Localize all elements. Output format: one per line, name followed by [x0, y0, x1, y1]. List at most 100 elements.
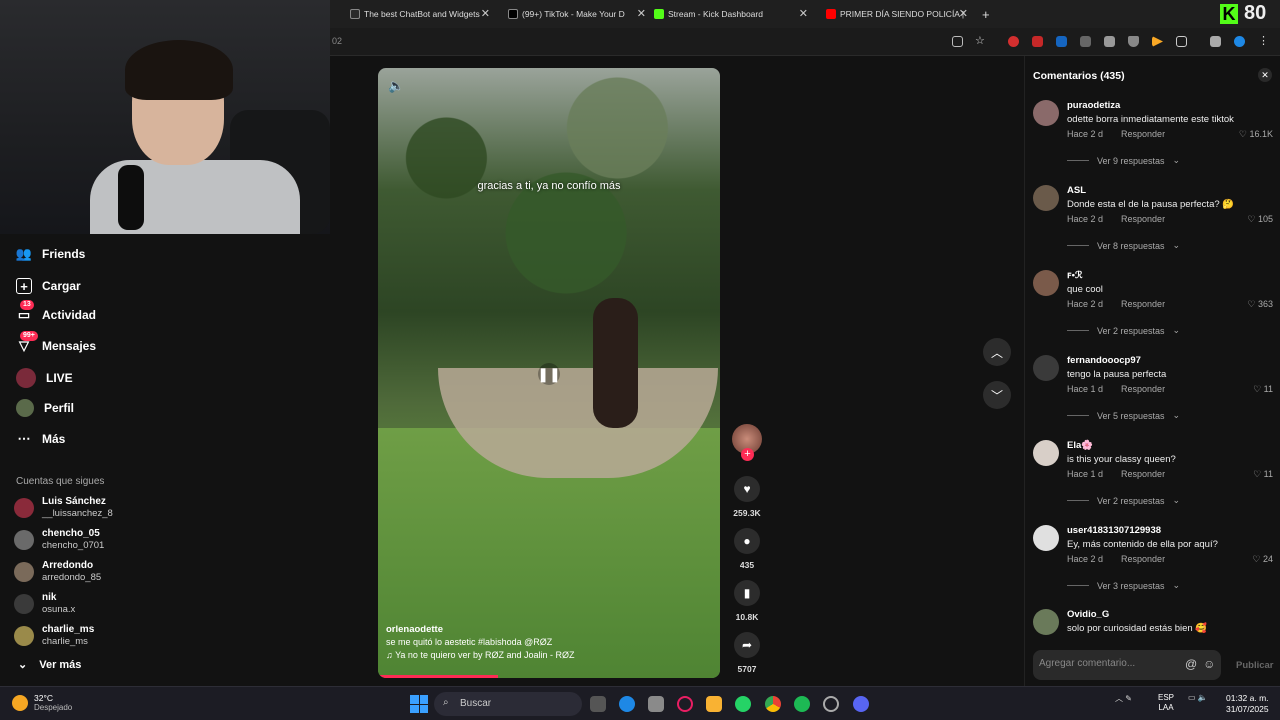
- view-replies[interactable]: Ver 2 respuestas ⌄: [1067, 325, 1180, 336]
- discord-icon[interactable]: [853, 696, 869, 712]
- edge-icon[interactable]: [619, 696, 635, 712]
- following-account[interactable]: charlie_ms charlie_ms: [14, 624, 94, 648]
- sidebar-item-live[interactable]: LIVE: [16, 368, 73, 388]
- sidebar-item-messages[interactable]: ▽ 99+ Mensajes: [16, 331, 96, 354]
- following-account[interactable]: Luis Sánchez __luissanchez_8: [14, 496, 113, 520]
- avatar[interactable]: [1033, 100, 1059, 126]
- avatar[interactable]: [1033, 355, 1059, 381]
- reply-button[interactable]: Responder: [1121, 469, 1165, 479]
- chrome-icon[interactable]: [765, 696, 781, 712]
- profile-avatar-icon[interactable]: [1234, 36, 1245, 47]
- sidebar-item-activity[interactable]: ▭ 13 Actividad: [16, 300, 96, 323]
- comment-user[interactable]: fernandooocp97: [1067, 355, 1141, 366]
- play-extension-icon[interactable]: [1152, 36, 1163, 47]
- comment-user[interactable]: ASL: [1067, 185, 1086, 196]
- settings-gear-icon[interactable]: [823, 696, 839, 712]
- follow-plus-icon[interactable]: +: [741, 448, 754, 461]
- task-view-icon[interactable]: [590, 696, 606, 712]
- view-replies[interactable]: Ver 8 respuestas ⌄: [1067, 240, 1180, 251]
- comment-user[interactable]: Ela🌸: [1067, 440, 1093, 451]
- media-control-icon[interactable]: [1210, 36, 1221, 47]
- cast-icon[interactable]: [952, 36, 963, 47]
- extension-gray-icon[interactable]: [1080, 36, 1091, 47]
- save-button[interactable]: ▮ 10.8K: [732, 580, 762, 622]
- weather-widget[interactable]: 32°C Despejado: [12, 693, 72, 712]
- avatar[interactable]: [1033, 525, 1059, 551]
- following-account[interactable]: Arredondo arredondo_85: [14, 560, 101, 584]
- sidebar-item-friends[interactable]: 👥 Friends: [16, 246, 85, 262]
- whatsapp-icon[interactable]: [735, 696, 751, 712]
- close-icon[interactable]: ✕: [1258, 68, 1272, 82]
- following-account[interactable]: chencho_05 chencho_0701: [14, 528, 104, 552]
- avatar[interactable]: [1033, 609, 1059, 635]
- close-tab-icon[interactable]: ✕: [959, 7, 968, 20]
- comment-user[interactable]: puraodetiza: [1067, 100, 1120, 111]
- volume-icon[interactable]: 🔈: [388, 78, 404, 94]
- video-author[interactable]: orlenaodette: [386, 623, 575, 636]
- view-replies[interactable]: Ver 5 respuestas ⌄: [1067, 410, 1180, 421]
- tray-icons[interactable]: ︿ ✎: [1115, 693, 1132, 704]
- video-music[interactable]: ♫ Ya no te quiero ver by RØZ and Joalin …: [386, 649, 575, 662]
- view-replies[interactable]: Ver 9 respuestas ⌄: [1067, 155, 1180, 166]
- video-progress-bar[interactable]: [378, 675, 498, 678]
- following-account[interactable]: nik osuna.x: [14, 592, 75, 616]
- store-icon[interactable]: [648, 696, 664, 712]
- windows-start-icon[interactable]: [410, 695, 428, 713]
- extension-blue-icon[interactable]: [1056, 36, 1067, 47]
- sidebar-item-upload[interactable]: + Cargar: [16, 278, 81, 294]
- close-tab-icon[interactable]: ✕: [799, 7, 808, 20]
- reply-button[interactable]: Responder: [1121, 129, 1165, 139]
- comment-user[interactable]: Ovidio_G: [1067, 609, 1109, 620]
- extension-grid-icon[interactable]: [1104, 36, 1115, 47]
- comment-like[interactable]: ♡ 11: [1253, 469, 1273, 480]
- post-button[interactable]: Publicar: [1236, 660, 1274, 671]
- share-button[interactable]: ➦ 5707: [732, 632, 762, 674]
- address-bar[interactable]: 02 ☆ ⋮: [330, 28, 1280, 56]
- star-icon[interactable]: ☆: [975, 36, 986, 47]
- system-clock[interactable]: 01:32 a. m. 31/07/2025: [1226, 693, 1269, 715]
- close-tab-icon[interactable]: ✕: [637, 7, 646, 20]
- comment-like[interactable]: ♡ 363: [1247, 299, 1273, 310]
- comment-button[interactable]: ● 435: [732, 528, 762, 570]
- tab-chatbot[interactable]: The best ChatBot and Widgets ✕: [350, 4, 490, 24]
- sidebar-item-profile[interactable]: Perfil: [16, 399, 74, 417]
- comment-like[interactable]: ♡ 11: [1253, 384, 1273, 395]
- spotify-icon[interactable]: [794, 696, 810, 712]
- reply-button[interactable]: Responder: [1121, 299, 1165, 309]
- taskbar-search[interactable]: ⌕ Buscar: [434, 692, 582, 716]
- tab-tiktok[interactable]: (99+) TikTok - Make Your D ✕: [508, 4, 646, 24]
- pause-icon[interactable]: ❚❚: [537, 363, 561, 385]
- new-tab-button[interactable]: +: [982, 4, 996, 24]
- shield-icon[interactable]: [1128, 36, 1139, 47]
- previous-video-button[interactable]: ︿: [983, 338, 1011, 366]
- comment-user[interactable]: ꜰ•ℛ: [1067, 270, 1083, 281]
- next-video-button[interactable]: ﹀: [983, 381, 1011, 409]
- tab-kick[interactable]: Stream - Kick Dashboard ✕: [654, 4, 808, 24]
- extensions-puzzle-icon[interactable]: [1176, 36, 1187, 47]
- mention-emoji-icons[interactable]: @☺: [1185, 657, 1221, 671]
- tab-youtube[interactable]: PRIMER DÍA SIENDO POLICÍA | ✕: [826, 4, 968, 24]
- view-replies[interactable]: Ver 2 respuestas ⌄: [1067, 495, 1180, 506]
- comment-like[interactable]: ♡ 16.1K: [1239, 129, 1273, 140]
- video-player[interactable]: 🔈 gracias a ti, ya no confío más ❚❚ orle…: [378, 68, 720, 678]
- language-indicator[interactable]: ESP LAA: [1158, 693, 1174, 713]
- avatar[interactable]: [1033, 440, 1059, 466]
- comment-user[interactable]: user41831307129938: [1067, 525, 1161, 536]
- avatar[interactable]: [1033, 270, 1059, 296]
- close-tab-icon[interactable]: ✕: [481, 7, 490, 20]
- see-more-button[interactable]: ⌄ Ver más: [18, 658, 81, 672]
- reply-button[interactable]: Responder: [1121, 214, 1165, 224]
- reply-button[interactable]: Responder: [1121, 554, 1165, 564]
- network-volume-icons[interactable]: ▭ 🔈: [1188, 693, 1208, 702]
- extension-red-icon[interactable]: [1032, 36, 1043, 47]
- avatar[interactable]: [1033, 185, 1059, 211]
- comment-like[interactable]: ♡ 24: [1252, 554, 1273, 565]
- like-button[interactable]: ♥ 259.3K: [732, 476, 762, 518]
- comment-like[interactable]: ♡ 105: [1247, 214, 1273, 225]
- file-explorer-icon[interactable]: [706, 696, 722, 712]
- extension-record-icon[interactable]: [1008, 36, 1019, 47]
- view-replies[interactable]: Ver 3 respuestas ⌄: [1067, 580, 1180, 591]
- reply-button[interactable]: Responder: [1121, 384, 1165, 394]
- sidebar-item-more[interactable]: ⋯ Más: [16, 431, 66, 447]
- app-circle-icon[interactable]: [677, 696, 693, 712]
